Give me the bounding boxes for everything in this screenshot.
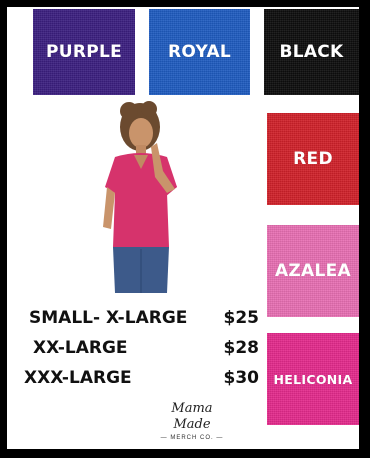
swatch-label: HELICONIA bbox=[273, 371, 353, 387]
swatch-purple: PURPLE bbox=[33, 9, 135, 95]
swatch-label: AZALEA bbox=[274, 261, 352, 281]
price-row: XXX-LARGE $30 bbox=[21, 365, 261, 395]
swatch-red: RED bbox=[267, 113, 359, 205]
price-row: SMALL- X-LARGE $25 bbox=[21, 305, 261, 335]
size-label: XXX-LARGE bbox=[24, 368, 132, 388]
swatch-label: RED bbox=[293, 149, 333, 169]
swatch-royal: ROYAL bbox=[149, 9, 250, 95]
price-value: $25 bbox=[223, 308, 260, 328]
price-row: XX-LARGE $28 bbox=[21, 335, 261, 365]
brand-logo: Mama Made — MERCH CO. — bbox=[157, 401, 227, 441]
swatch-label: ROYAL bbox=[167, 42, 232, 62]
swatch-azalea: AZALEA bbox=[267, 225, 359, 317]
swatch-label: PURPLE bbox=[45, 42, 123, 62]
product-panel: PURPLE ROYAL BLACK RED AZALEA HELICONIA bbox=[7, 7, 359, 449]
swatch-label: BLACK bbox=[279, 42, 344, 62]
price-value: $30 bbox=[223, 368, 260, 388]
logo-subtitle: — MERCH CO. — bbox=[160, 435, 224, 441]
price-table: SMALL- X-LARGE $25 XX-LARGE $28 XXX-LARG… bbox=[21, 305, 261, 395]
logo-script-text: Mama Made bbox=[171, 401, 213, 432]
size-label: XX-LARGE bbox=[33, 338, 128, 358]
swatch-heliconia: HELICONIA bbox=[267, 333, 359, 425]
price-value: $28 bbox=[223, 338, 260, 358]
size-label: SMALL- X-LARGE bbox=[29, 308, 188, 328]
image-frame: PURPLE ROYAL BLACK RED AZALEA HELICONIA bbox=[0, 0, 370, 458]
model-photo bbox=[103, 101, 177, 293]
swatch-black: BLACK bbox=[264, 9, 359, 95]
